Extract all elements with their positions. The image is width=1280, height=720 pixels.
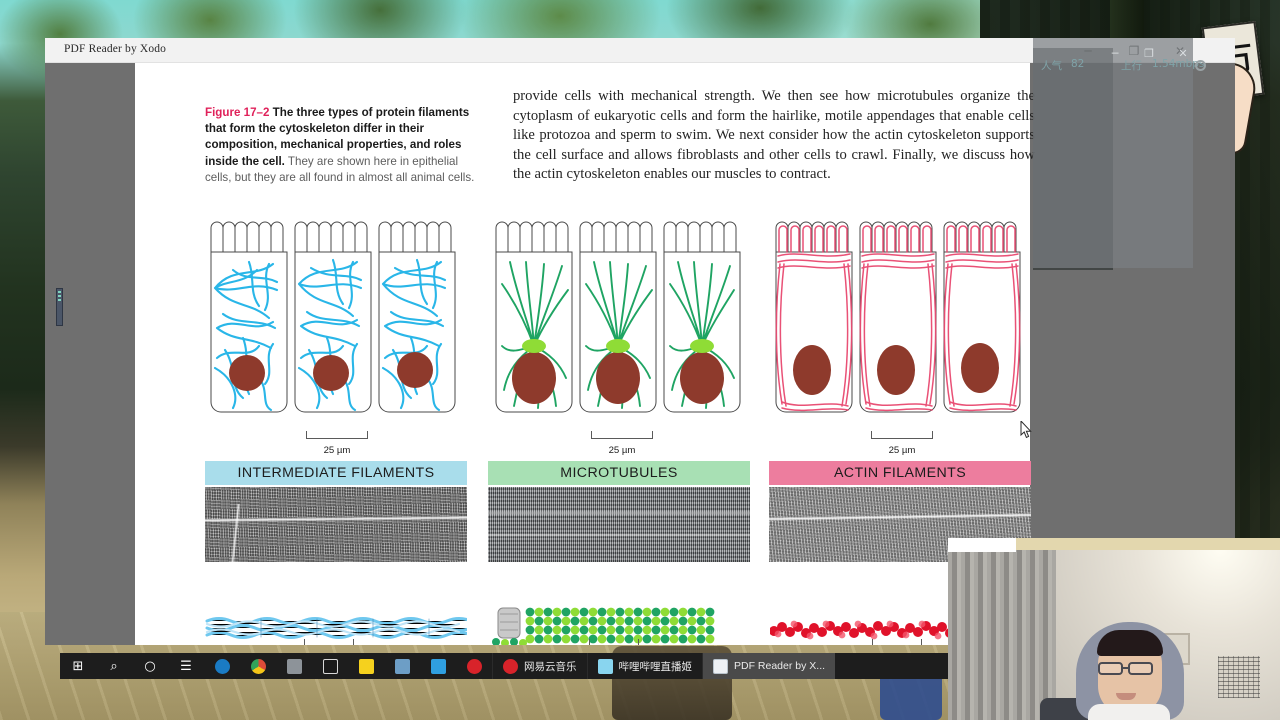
terminal-icon[interactable] [312,653,348,679]
netease-music-icon[interactable] [456,653,492,679]
chrome-icon[interactable] [240,653,276,679]
bilibili-task-icon [597,658,613,674]
sidebar-tab-mark [58,295,61,297]
webcam-curtain [948,550,1056,720]
wallpaper-blue-object [880,672,942,720]
figure-caption: Figure 17–2 The three types of protein f… [205,105,475,186]
panel-actin-filaments-cells [768,218,1036,428]
scale-bar-label: 25 µm [888,445,916,456]
label-microtubules: MICROTUBULES [488,461,750,485]
webcam-person-hair [1097,630,1163,656]
webcam-person-shirt [1088,704,1170,720]
scale-bar-line [306,431,368,439]
file-explorer-icon[interactable] [276,653,312,679]
scale-bar-line [589,639,639,645]
xodo-task-icon [713,658,728,674]
start-button[interactable]: ⊞ [60,653,96,679]
label-actin-filaments: ACTIN FILAMENTS [769,461,1031,485]
actin-filament-cell-diagram [775,221,1021,413]
window-title: PDF Reader by Xodo [64,43,167,55]
stream-status-indicator-icon [1195,60,1206,71]
body-paragraph: provide cells with mechanical strength. … [513,88,1035,182]
scale-bar-line [304,639,354,645]
task-view-icon[interactable]: ☰ [168,653,204,679]
intermediate-filament-cell-diagram [210,221,456,413]
scale-bar-label: 25 µm [608,445,636,456]
cortana-icon[interactable]: ○ [132,653,168,679]
micrograph-texture [488,487,750,562]
taskbar-task-label: 网易云音乐 [524,660,577,673]
taskbar-task-netease[interactable]: 网易云音乐 [492,653,587,679]
panel-microtubules-cells [488,218,756,428]
micrograph-texture [205,487,467,562]
scale-bar-cells-1: 25 µm [203,431,471,458]
scale-bar-line [872,639,922,645]
scale-bar-label: 25 µm [323,445,351,456]
netease-task-icon [503,658,518,674]
micrograph-intermediate-filaments [205,487,467,562]
mouse-cursor-icon [1020,421,1032,439]
sidebar-toggle-tab[interactable] [56,288,63,326]
taskbar-task-bilibili[interactable]: 哔哩哔哩直播姬 [586,653,703,679]
webcam-glasses-left [1098,662,1123,675]
taskbar-task-label: PDF Reader by X... [734,660,826,672]
scale-bar-line [871,431,933,439]
windows-taskbar[interactable]: ⊞ ⌕ ○ ☰ 网易云音乐 哔哩哔哩直播姬 PDF Reader by X... [60,653,948,679]
label-intermediate-filaments: INTERMEDIATE FILAMENTS [205,461,467,485]
taskbar-task-label: 哔哩哔哩直播姬 [618,660,693,673]
micrograph-microtubules [488,487,750,562]
sidebar-tab-mark [58,291,61,293]
search-icon[interactable]: ⌕ [96,653,132,679]
webcam-overlay[interactable] [948,538,1280,720]
pdf-page: Figure 17–2 The three types of protein f… [135,63,1035,645]
scale-bar-molecule-1: 25 nm [195,639,463,645]
filament-streak [488,511,750,515]
scale-bar-cells-2: 25 µm [488,431,756,458]
webcam-glasses-right [1128,662,1153,675]
sidebar-tab-mark [58,299,61,301]
viewers-count: 82 [1071,58,1085,70]
sticky-notes-icon[interactable] [348,653,384,679]
webcam-corner-patch [948,538,1016,552]
edge-icon[interactable] [204,653,240,679]
screen: 市 PDF Reader by Xodo ─ ❐ ✕ Figure 17–2 T… [0,0,1280,720]
scale-bar-line [591,431,653,439]
scale-bar-molecule-2: 25 nm [480,639,748,645]
figure-number: Figure 17–2 [205,106,270,119]
webcam-glasses-bridge [1123,667,1130,669]
uplink-label: 上行 [1121,60,1142,72]
store-icon[interactable] [384,653,420,679]
filament-streak [488,533,750,537]
taskbar-task-xodo[interactable]: PDF Reader by X... [702,653,836,679]
webcam-wall-poster [1218,656,1260,698]
calculator-icon[interactable] [420,653,456,679]
microtubule-cell-diagram [495,221,741,413]
panel-intermediate-filaments-cells [203,218,471,428]
viewers-label: 人气 [1041,60,1062,72]
stream-stats-row: 人气 82 上行 1.54mbps [1035,58,1275,76]
scale-bar-cells-3: 25 µm [768,431,1036,458]
